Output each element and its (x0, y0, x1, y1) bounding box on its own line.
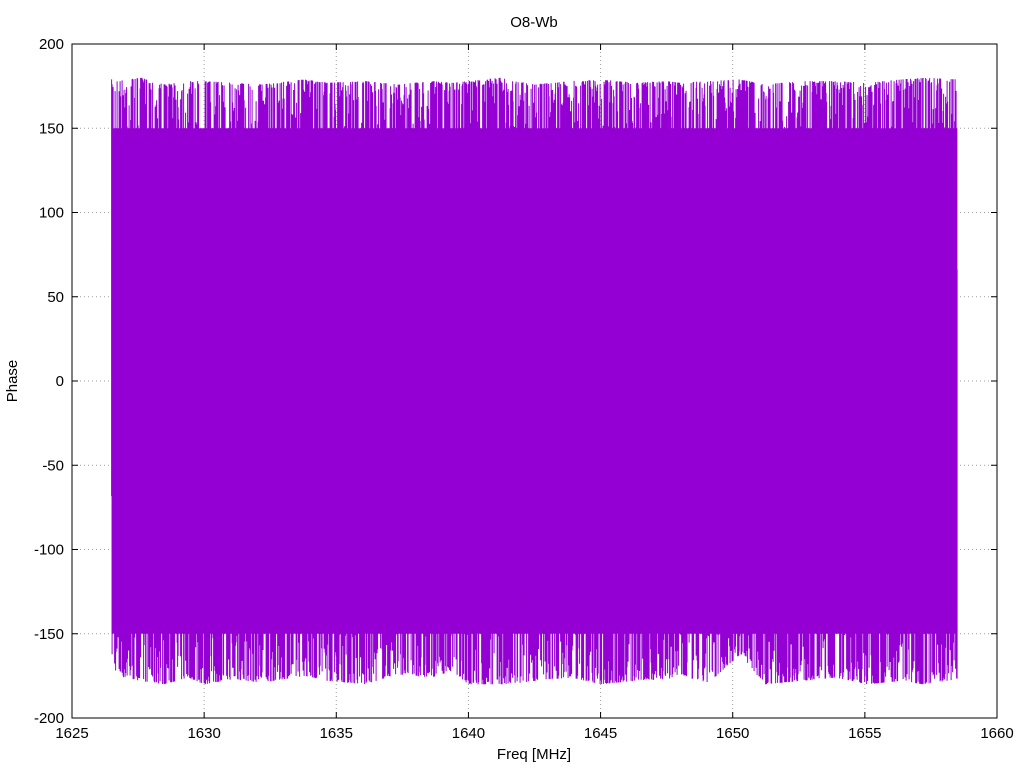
x-axis-title: Freq [MHz] (497, 746, 571, 763)
y-tick-label: 50 (47, 289, 64, 306)
y-tick-label: -150 (34, 626, 64, 643)
x-tick-label: 1645 (584, 725, 617, 742)
series-phase-trace (111, 77, 958, 685)
y-tick-label: 0 (56, 373, 64, 390)
y-tick-label: -200 (34, 710, 64, 727)
x-tick-label: 1650 (716, 725, 749, 742)
x-tick-label: 1640 (452, 725, 485, 742)
chart-title: O8-Wb (510, 14, 558, 31)
y-axis-title: Phase (4, 360, 21, 403)
x-tick-label: 1630 (187, 725, 220, 742)
phase-chart: 1625 1630 1635 1640 1645 1650 1655 1660 -200 -150… (0, 0, 1024, 768)
y-tick-label: 100 (39, 205, 64, 222)
data-series (111, 77, 958, 685)
x-tick-label: 1660 (980, 725, 1013, 742)
y-tick-label: 200 (39, 36, 64, 53)
y-tick-label: 150 (39, 120, 64, 137)
x-tick-label: 1625 (55, 725, 88, 742)
y-tick-label: -50 (42, 457, 64, 474)
x-tick-label: 1655 (848, 725, 881, 742)
y-tick-label: -100 (34, 542, 64, 559)
x-tick-label: 1635 (320, 725, 353, 742)
